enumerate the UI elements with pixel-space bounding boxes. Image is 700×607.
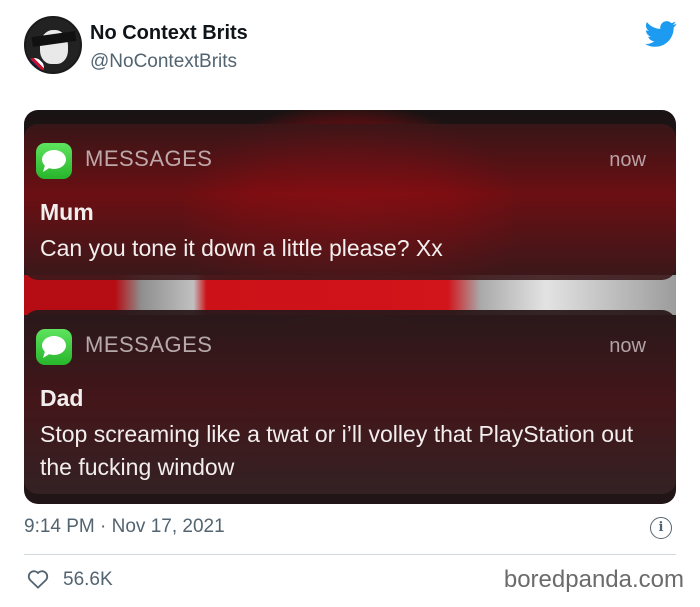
info-icon[interactable]: i — [650, 517, 672, 539]
notification-card: MESSAGES now Dad Stop screaming like a t… — [24, 310, 676, 494]
account-handle[interactable]: @NoContextBrits — [90, 51, 237, 73]
attached-image[interactable]: MESSAGES now Mum Can you tone it down a … — [24, 110, 676, 504]
notification-time: now — [609, 149, 646, 171]
heart-icon[interactable] — [27, 569, 49, 589]
twitter-bird-icon — [645, 21, 677, 47]
avatar-flag-badge — [26, 58, 44, 72]
messages-icon — [36, 329, 72, 365]
photo-background-stripe — [24, 275, 676, 315]
tweet-timestamp[interactable]: 9:14 PM · Nov 17, 2021 — [24, 516, 225, 538]
notification-time: now — [609, 335, 646, 357]
avatar[interactable] — [24, 16, 82, 74]
notification-sender: Mum — [40, 199, 94, 225]
notification-app-label: MESSAGES — [85, 146, 213, 171]
like-count[interactable]: 56.6K — [63, 569, 113, 591]
watermark: boredpanda.com — [503, 566, 684, 593]
notification-app-label: MESSAGES — [85, 332, 213, 357]
divider — [24, 554, 676, 555]
messages-icon — [36, 143, 72, 179]
display-name[interactable]: No Context Brits — [90, 22, 248, 45]
notification-text: Stop screaming like a twat or i’ll volle… — [40, 421, 634, 480]
notification-card: MESSAGES now Mum Can you tone it down a … — [24, 124, 676, 280]
notification-sender: Dad — [40, 385, 84, 411]
notification-text: Can you tone it down a little please? Xx — [40, 235, 443, 261]
